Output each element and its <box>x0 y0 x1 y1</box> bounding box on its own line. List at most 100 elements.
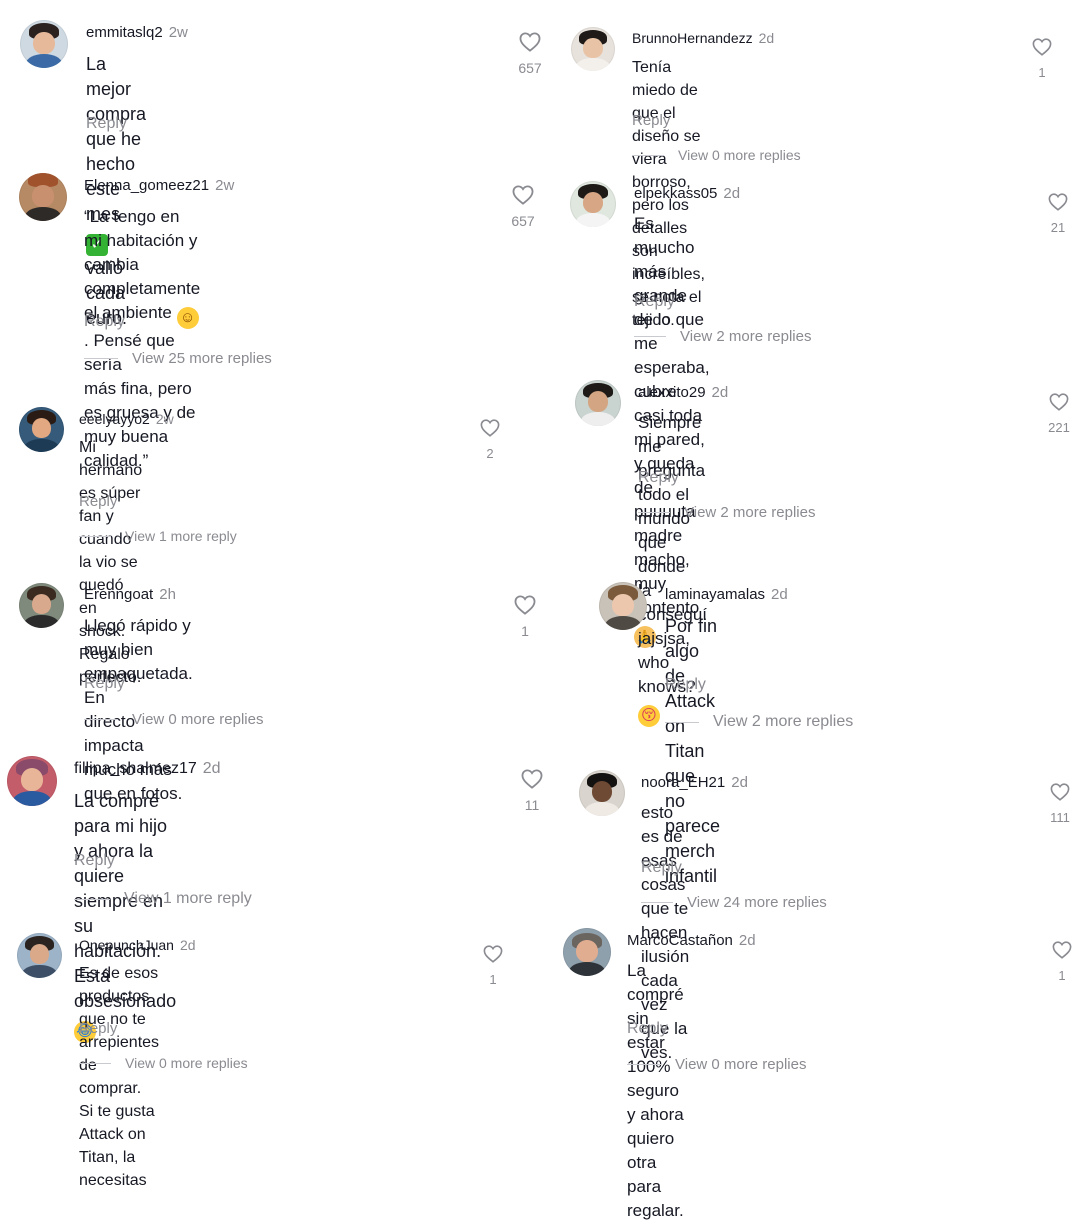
view-more-replies[interactable]: View 2 more replies <box>634 328 811 345</box>
like-button[interactable]: 11 <box>514 769 550 813</box>
username[interactable]: elpekkass05 2d <box>634 185 740 202</box>
comment-text: “La tengo en mi habitación y cambia comp… <box>84 207 201 470</box>
like-count: 657 <box>518 60 542 76</box>
timestamp: 2w <box>215 177 235 194</box>
like-count: 1 <box>521 623 529 639</box>
username[interactable]: Elenna_gomeez21 2w <box>84 177 234 194</box>
view-more-replies[interactable]: View 25 more replies <box>84 350 272 367</box>
divider-line <box>84 719 118 720</box>
like-count: 111 <box>1050 810 1070 825</box>
like-button[interactable]: 657 <box>512 32 548 76</box>
heart-outline-icon <box>1052 941 1072 959</box>
like-button[interactable]: 1 <box>1025 38 1059 80</box>
reply-button[interactable]: Reply <box>79 493 117 510</box>
like-count: 1 <box>489 972 497 987</box>
timestamp: 2d <box>723 185 741 202</box>
reply-button[interactable]: Reply <box>84 675 125 693</box>
heart-outline-icon <box>512 185 534 205</box>
heart-outline-icon <box>480 419 500 437</box>
reply-button[interactable]: Reply <box>74 852 115 870</box>
username[interactable]: eeelyayyo2 2w <box>79 411 174 427</box>
username[interactable]: emmitaslq2 2w <box>86 24 188 41</box>
like-button[interactable]: 1 <box>1045 941 1079 983</box>
timestamp: 2d <box>758 30 775 46</box>
timestamp: 2d <box>731 774 748 791</box>
divider-line <box>665 721 699 723</box>
username[interactable]: noora_EH21 2d <box>641 774 748 791</box>
view-more-replies[interactable]: View 1 more reply <box>79 528 237 544</box>
view-more-replies[interactable]: View 0 more replies <box>627 1056 806 1073</box>
username[interactable]: alexxito29 2d <box>638 384 728 401</box>
like-button[interactable]: 21 <box>1041 193 1075 235</box>
like-button[interactable]: 1 <box>476 945 510 987</box>
reply-button[interactable]: Reply <box>79 1020 117 1037</box>
view-more-replies[interactable]: View 24 more replies <box>641 894 827 911</box>
view-more-replies[interactable]: View 0 more replies <box>632 147 801 163</box>
view-more-replies[interactable]: View 2 more replies <box>638 504 815 521</box>
timestamp: 2d <box>179 937 196 953</box>
username[interactable]: laminayamalas 2d <box>665 586 788 603</box>
reply-button[interactable]: Reply <box>665 676 706 694</box>
heart-outline-icon <box>1048 193 1068 211</box>
timestamp: 2d <box>771 586 788 603</box>
like-count: 11 <box>524 797 540 813</box>
reply-button[interactable]: Reply <box>641 859 682 877</box>
view-more-replies[interactable]: View 1 more reply <box>74 890 252 908</box>
username[interactable]: fillipa_shalmez17 2d <box>74 760 221 778</box>
avatar[interactable] <box>20 20 68 68</box>
divider-line <box>84 358 118 359</box>
view-more-replies[interactable]: View 2 more replies <box>665 713 853 731</box>
username[interactable]: BrunnoHernandezz 2d <box>632 30 774 46</box>
avatar[interactable] <box>563 928 611 976</box>
username[interactable]: Erenngoat 2h <box>84 586 176 603</box>
avatar[interactable] <box>575 380 621 426</box>
avatar[interactable] <box>570 181 616 227</box>
divider-line <box>79 1062 111 1064</box>
reply-button[interactable]: Reply <box>627 1020 668 1038</box>
timestamp: 2d <box>202 760 221 777</box>
like-count: 657 <box>511 213 535 229</box>
comment-text: Es de esos productos que no te arrepient… <box>79 965 160 1189</box>
heart-outline-icon <box>514 595 536 615</box>
avatar[interactable] <box>19 173 67 221</box>
timestamp: 2d <box>711 384 729 401</box>
like-count: 2 <box>486 446 494 461</box>
like-count: 221 <box>1048 420 1070 435</box>
avatar[interactable] <box>17 933 62 978</box>
comment-text: La compré sin estar 100% seguro y ahora … <box>627 961 684 1220</box>
like-count: 21 <box>1050 220 1066 235</box>
divider-line <box>634 336 666 337</box>
avatar[interactable] <box>599 582 647 630</box>
divider-line <box>627 1064 661 1065</box>
view-more-replies[interactable]: View 0 more replies <box>79 1055 248 1071</box>
timestamp: 2w <box>168 24 188 41</box>
avatar[interactable] <box>7 756 57 806</box>
heart-outline-icon <box>1050 783 1070 801</box>
view-more-replies[interactable]: View 0 more replies <box>84 711 263 728</box>
avatar[interactable] <box>571 27 615 71</box>
like-button[interactable]: 221 <box>1040 393 1078 435</box>
timestamp: 2w <box>155 411 174 427</box>
reply-button[interactable]: Reply <box>634 293 675 311</box>
reply-button[interactable]: Reply <box>632 112 670 129</box>
username[interactable]: MarcoCastañon 2d <box>627 932 756 949</box>
reply-button[interactable]: Reply <box>638 469 679 487</box>
like-button[interactable]: 111 <box>1041 783 1079 825</box>
heart-outline-icon <box>519 32 541 52</box>
kissing-face-emoji-icon: 😚 <box>638 705 660 727</box>
like-button[interactable]: 657 <box>505 185 541 229</box>
divider-line <box>79 535 111 537</box>
divider-line <box>632 154 664 156</box>
heart-outline-icon <box>521 769 543 789</box>
reply-button[interactable]: Reply <box>86 115 127 133</box>
like-button[interactable]: 1 <box>507 595 543 639</box>
username[interactable]: OnepunchJuan 2d <box>79 937 196 953</box>
like-button[interactable]: 2 <box>473 419 507 461</box>
avatar[interactable] <box>19 407 64 452</box>
reply-button[interactable]: Reply <box>84 313 125 331</box>
avatar[interactable] <box>579 770 625 816</box>
heart-outline-icon <box>483 945 503 963</box>
smiling-face-emoji-icon: ☺ <box>176 307 199 329</box>
avatar[interactable] <box>19 583 64 628</box>
heart-outline-icon <box>1049 393 1069 411</box>
